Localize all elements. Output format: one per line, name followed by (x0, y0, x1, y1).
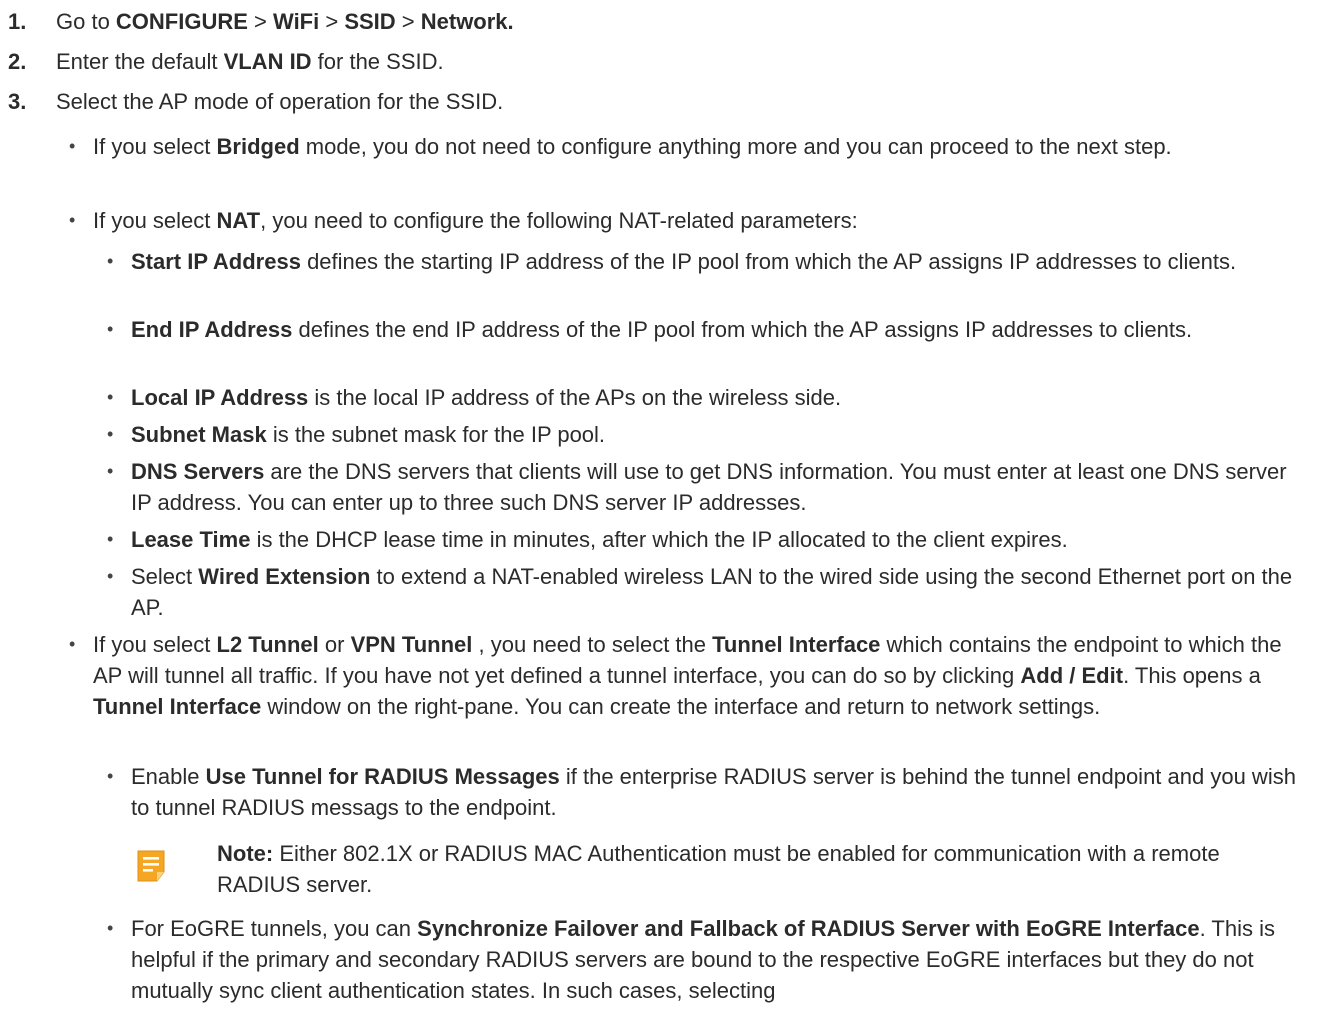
note-text: Note: Either 802.1X or RADIUS MAC Authen… (217, 838, 1297, 900)
bullet-glyph: • (107, 387, 114, 407)
bold-text: Wired Extension (198, 564, 371, 589)
list-item-end-ip: • End IP Address defines the end IP addr… (107, 314, 1311, 345)
bold-text: Start IP Address (131, 249, 301, 274)
bold-text: SSID (344, 9, 396, 34)
bullet-glyph: • (107, 566, 114, 586)
bold-text: L2 Tunnel (216, 632, 319, 657)
note-body: Either 802.1X or RADIUS MAC Authenticati… (217, 841, 1220, 897)
list-item-text: If you select L2 Tunnel or VPN Tunnel , … (93, 632, 1282, 719)
list-item-text: If you select NAT, you need to configure… (93, 208, 858, 233)
list-item-text: Enable Use Tunnel for RADIUS Messages if… (131, 764, 1296, 820)
text-run: is the local IP address of the APs on th… (308, 385, 842, 410)
note-label: Note: (217, 841, 274, 866)
list-item-text: Local IP Address is the local IP address… (131, 385, 841, 410)
text-run: mode, you do not need to configure anyth… (299, 134, 1172, 159)
bold-text: Subnet Mask (131, 422, 267, 447)
bold-text: Tunnel Interface (93, 694, 262, 719)
bold-text: Local IP Address (131, 385, 309, 410)
list-item-local-ip: • Local IP Address is the local IP addre… (107, 382, 1311, 413)
text-run: > (319, 9, 345, 34)
list-item-dns-servers: • DNS Servers are the DNS servers that c… (107, 456, 1311, 518)
text-run: Enable (131, 764, 206, 789)
text-run: for the SSID. (311, 49, 444, 74)
list-item-wired-extension: • Select Wired Extension to extend a NAT… (107, 561, 1311, 623)
list-item-text: If you select Bridged mode, you do not n… (93, 134, 1172, 159)
bullet-glyph: • (107, 424, 114, 444)
step-number: 3. (8, 89, 27, 114)
bold-text: NAT (216, 208, 261, 233)
step-text: Select the AP mode of operation for the … (56, 89, 503, 114)
bold-text: Bridged (216, 134, 300, 159)
step-number: 2. (8, 49, 27, 74)
text-run: > (247, 9, 273, 34)
bold-text: Lease Time (131, 527, 251, 552)
text-run: . This opens a (1123, 663, 1261, 688)
bullet-glyph: • (107, 251, 114, 271)
bullet-glyph: • (69, 634, 76, 654)
text-run: window on the right-pane. You can create… (261, 694, 1101, 719)
bold-text: Network. (420, 9, 514, 34)
list-item-radius-tunnel: • Enable Use Tunnel for RADIUS Messages … (107, 761, 1311, 823)
bullet-glyph: • (69, 210, 76, 230)
bold-text: VLAN ID (223, 49, 312, 74)
step-2: 2. Enter the default VLAN ID for the SSID… (0, 46, 444, 77)
list-item-tunnel: • If you select L2 Tunnel or VPN Tunnel … (69, 629, 1303, 722)
step-3: 3. Select the AP mode of operation for th… (0, 86, 503, 117)
text-run: defines the end IP address of the IP poo… (292, 317, 1193, 342)
bullet-glyph: • (107, 766, 114, 786)
text-run: defines the starting IP address of the I… (300, 249, 1237, 274)
bullet-glyph: • (107, 529, 114, 549)
text-run: If you select (93, 632, 217, 657)
text-run: For EoGRE tunnels, you can (131, 916, 418, 941)
list-item-bridged: • If you select Bridged mode, you do not… (69, 131, 1303, 162)
text-run: If you select (93, 134, 217, 159)
bullet-glyph: • (69, 136, 76, 156)
bold-text: End IP Address (131, 317, 293, 342)
text-run: , you need to configure the following NA… (260, 208, 858, 233)
bold-text: Synchronize Failover and Fallback of RAD… (417, 916, 1200, 941)
bold-text: Tunnel Interface (712, 632, 881, 657)
list-item-lease-time: • Lease Time is the DHCP lease time in m… (107, 524, 1311, 555)
text-run: or (318, 632, 351, 657)
bold-text: VPN Tunnel (350, 632, 473, 657)
bold-text: DNS Servers (131, 459, 265, 484)
text-run: Enter the default (56, 49, 224, 74)
text-run: > (395, 9, 421, 34)
list-item-text: DNS Servers are the DNS servers that cli… (131, 459, 1287, 515)
text-run: Select the AP mode of operation for the … (56, 89, 504, 114)
step-text: Enter the default VLAN ID for the SSID. (56, 49, 444, 74)
text-run: is the DHCP lease time in minutes, after… (250, 527, 1068, 552)
document-page: 1. Go to CONFIGURE > WiFi > SSID > Networ… (0, 0, 1326, 1009)
text-run: , you need to select the (472, 632, 713, 657)
list-item-nat: • If you select NAT, you need to configu… (69, 205, 1303, 236)
list-item-text: Start IP Address defines the starting IP… (131, 249, 1236, 274)
list-item-subnet-mask: • Subnet Mask is the subnet mask for the… (107, 419, 1311, 450)
step-text: Go to CONFIGURE > WiFi > SSID > Network. (56, 9, 514, 34)
list-item-text: For EoGRE tunnels, you can Synchronize F… (131, 916, 1275, 1003)
step-number: 1. (8, 9, 27, 34)
list-item-text: Select Wired Extension to extend a NAT-e… (131, 564, 1292, 620)
bold-text: Use Tunnel for RADIUS Messages (205, 764, 560, 789)
list-item-text: End IP Address defines the end IP addres… (131, 317, 1192, 342)
list-item-eogre: • For EoGRE tunnels, you can Synchronize… (107, 913, 1311, 1006)
text-run: is the subnet mask for the IP pool. (266, 422, 606, 447)
list-item-text: Subnet Mask is the subnet mask for the I… (131, 422, 605, 447)
bullet-glyph: • (107, 461, 114, 481)
step-1: 1. Go to CONFIGURE > WiFi > SSID > Networ… (0, 6, 514, 37)
text-run: Go to (56, 9, 116, 34)
bold-text: WiFi (273, 9, 320, 34)
list-item-start-ip: • Start IP Address defines the starting … (107, 246, 1311, 277)
list-item-text: Lease Time is the DHCP lease time in min… (131, 527, 1068, 552)
text-run: are the DNS servers that clients will us… (131, 459, 1287, 515)
note-icon (137, 850, 165, 882)
bold-text: CONFIGURE (115, 9, 248, 34)
bullet-glyph: • (107, 319, 114, 339)
bold-text: Add / Edit (1020, 663, 1124, 688)
text-run: If you select (93, 208, 217, 233)
bullet-glyph: • (107, 918, 114, 938)
text-run: Select (131, 564, 199, 589)
